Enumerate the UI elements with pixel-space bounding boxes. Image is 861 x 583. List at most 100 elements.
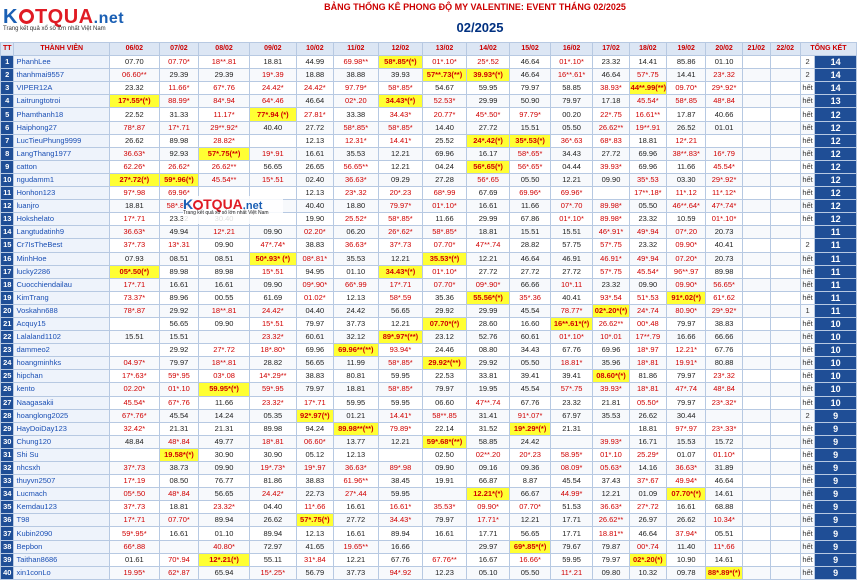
prediction-cell: 68.88 bbox=[705, 500, 743, 515]
member-name[interactable]: lucky2286 bbox=[13, 264, 110, 279]
member-name[interactable]: Lalaland1102 bbox=[13, 330, 110, 345]
prediction-cell: 69.96 bbox=[628, 146, 668, 161]
total-score: 13 bbox=[814, 94, 857, 109]
prediction-cell: 46.91* bbox=[592, 251, 630, 266]
prediction-cell: 37*.73 bbox=[377, 238, 424, 253]
member-name[interactable]: Phamthanh18 bbox=[13, 107, 110, 122]
prediction-cell: 12.21 bbox=[377, 434, 424, 449]
member-name[interactable]: thanhmai9557 bbox=[13, 68, 110, 83]
prediction-cell: 18.81 bbox=[158, 500, 200, 515]
prediction-cell: 49*.94 bbox=[628, 251, 668, 266]
prediction-cell: 67.76** bbox=[422, 552, 467, 567]
prediction-cell: 57*.75 bbox=[592, 238, 630, 253]
member-name[interactable]: KimTrang bbox=[13, 290, 110, 305]
member-name[interactable]: Langtudatinh9 bbox=[13, 225, 110, 240]
member-name[interactable]: Acquy15 bbox=[13, 316, 110, 332]
prediction-cell bbox=[769, 303, 801, 318]
member-name[interactable]: Shi Su bbox=[13, 447, 110, 463]
member-name[interactable]: Naagasakii bbox=[13, 395, 110, 410]
prediction-cell bbox=[769, 382, 801, 397]
member-name[interactable]: hipchan bbox=[13, 369, 110, 384]
member-name[interactable]: Haiphong27 bbox=[13, 120, 110, 135]
prediction-cell: 18**.81 bbox=[198, 303, 250, 318]
member-name[interactable]: PhanhLee bbox=[13, 55, 110, 70]
member-name[interactable]: xin1conLo bbox=[13, 565, 110, 580]
prediction-cell: 41.65 bbox=[295, 539, 335, 554]
prediction-cell: 56*.65* bbox=[509, 159, 551, 174]
prediction-cell: 11.17* bbox=[198, 107, 250, 122]
prediction-cell bbox=[741, 107, 771, 122]
prediction-cell: 80.81 bbox=[333, 369, 379, 384]
prediction-cell: 57*.75 bbox=[549, 382, 594, 397]
prediction-cell: 79.87 bbox=[592, 539, 630, 554]
member-name[interactable]: Lucmach bbox=[13, 487, 110, 502]
member-name[interactable]: Chung120 bbox=[13, 434, 110, 449]
prediction-cell: 18*.81 bbox=[628, 356, 668, 371]
prediction-cell bbox=[769, 120, 801, 135]
prediction-cell: 45.54* bbox=[705, 159, 743, 174]
prediction-cell: 48*.84 bbox=[705, 382, 743, 397]
prediction-cell: 46.64 bbox=[509, 68, 551, 83]
member-name[interactable]: Taithan8686 bbox=[13, 552, 110, 567]
prediction-cell: 02*.20(*) bbox=[628, 552, 668, 567]
prediction-cell: 04.97* bbox=[108, 356, 160, 371]
total-score: 11 bbox=[814, 290, 857, 305]
member-name[interactable]: VIPER12A bbox=[13, 81, 110, 96]
prediction-cell: 29**.92* bbox=[198, 120, 250, 135]
member-name[interactable]: Voskahn688 bbox=[13, 303, 110, 318]
member-name[interactable]: MinhHoe bbox=[13, 251, 110, 266]
prediction-cell: 24.42 bbox=[333, 303, 379, 318]
column-header: 15/02 bbox=[509, 41, 551, 57]
member-name[interactable]: Hokshelato bbox=[13, 212, 110, 227]
table-row: 20 Voskahn688 78*.87 29.92 18**.81 24.42* 04.4… bbox=[0, 303, 857, 318]
prediction-cell: 01.02* bbox=[295, 290, 335, 305]
member-name[interactable]: Cr7IsTheBest bbox=[13, 238, 110, 253]
member-name[interactable]: HayDoiDay123 bbox=[13, 421, 110, 436]
member-name[interactable]: Honhon123 bbox=[13, 186, 110, 201]
prediction-cell: 12*.21 bbox=[665, 133, 707, 148]
prediction-cell: 02*.20 bbox=[333, 94, 379, 109]
member-name[interactable]: catton bbox=[13, 159, 110, 174]
prediction-cell: 11*.12* bbox=[705, 186, 743, 201]
member-name[interactable]: T98 bbox=[13, 513, 110, 528]
member-name[interactable]: Kubin2090 bbox=[13, 526, 110, 541]
site-logo[interactable]: K TQUA.net Trang kết quả xổ số lớn nhất V… bbox=[3, 6, 153, 40]
prediction-cell bbox=[741, 290, 771, 305]
prediction-cell: 09.36 bbox=[509, 460, 551, 476]
column-header: 06/02 bbox=[108, 41, 160, 57]
prediction-cell: 89.98**(**) bbox=[333, 421, 379, 436]
summary-note: hết bbox=[799, 369, 816, 384]
member-name[interactable]: kento bbox=[13, 382, 110, 397]
prediction-cell: 46.64 bbox=[705, 474, 743, 489]
prediction-cell: 93.94* bbox=[377, 343, 424, 358]
prediction-cell: 65.94 bbox=[198, 565, 250, 580]
prediction-cell: 45.54* bbox=[628, 264, 668, 279]
member-name[interactable]: Cuocchiendailau bbox=[13, 277, 110, 292]
member-name[interactable]: Kemdau123 bbox=[13, 500, 110, 515]
prediction-cell: 09.90 bbox=[248, 277, 297, 292]
member-name[interactable]: hoangminhks bbox=[13, 356, 110, 371]
prediction-cell: 96**.97 bbox=[665, 264, 707, 279]
prediction-cell: 17.71 bbox=[549, 526, 594, 541]
member-name[interactable]: LucTieuPhung9999 bbox=[13, 133, 110, 148]
member-name[interactable]: ngudamm1 bbox=[13, 172, 110, 188]
total-score: 9 bbox=[814, 421, 857, 436]
prediction-cell: 09*.90* bbox=[295, 277, 335, 292]
prediction-cell: 07.70* bbox=[158, 55, 200, 70]
member-name[interactable]: LangThang1977 bbox=[13, 146, 110, 161]
member-name[interactable]: hoanglong2025 bbox=[13, 408, 110, 423]
total-score: 9 bbox=[814, 513, 857, 528]
prediction-cell: 17.18 bbox=[592, 94, 630, 109]
summary-note: hết bbox=[799, 133, 816, 148]
prediction-cell: 25.29* bbox=[628, 447, 668, 463]
member-name[interactable]: luanjro bbox=[13, 199, 110, 214]
prediction-cell bbox=[741, 81, 771, 96]
prediction-cell: 06.20 bbox=[333, 225, 379, 240]
member-name[interactable]: Bepbon bbox=[13, 539, 110, 554]
member-name[interactable]: nhcsxh bbox=[13, 460, 110, 476]
member-name[interactable]: dammeo2 bbox=[13, 343, 110, 358]
member-name[interactable]: thuyvn2507 bbox=[13, 474, 110, 489]
prediction-cell: 47**.74 bbox=[465, 238, 511, 253]
member-name[interactable]: Laitrungtotroi bbox=[13, 94, 110, 109]
prediction-cell: 56.65 bbox=[158, 316, 200, 332]
